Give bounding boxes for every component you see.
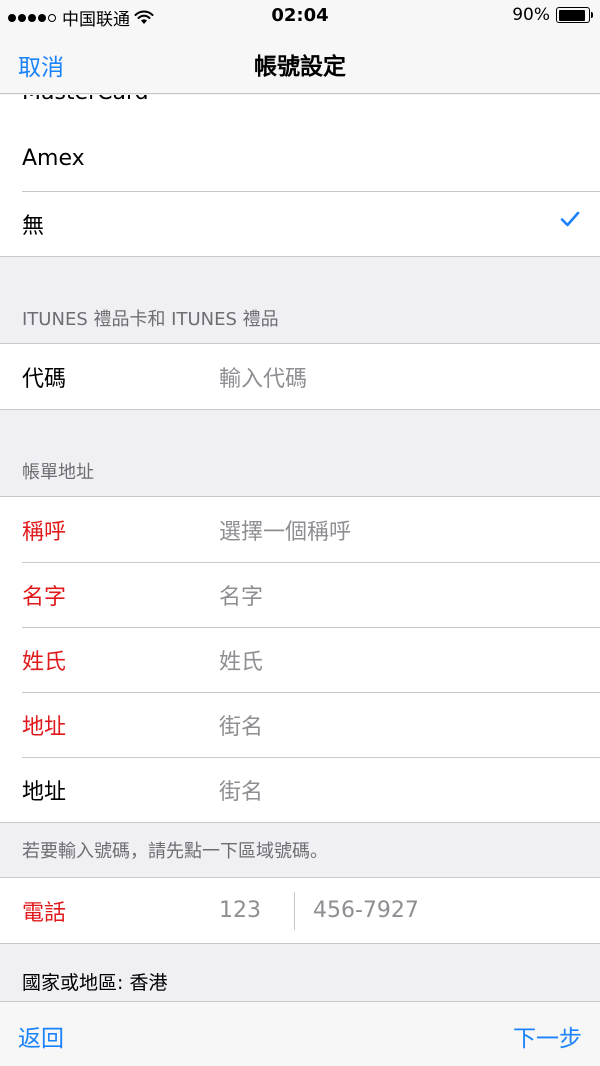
- battery-icon: [556, 7, 593, 23]
- address-line2-label: 地址: [22, 779, 67, 805]
- address-line1-input[interactable]: 街名: [219, 709, 263, 741]
- payment-option-label: MasterCard: [22, 95, 149, 105]
- payment-option-amex[interactable]: Amex: [0, 126, 600, 191]
- itunes-section-header: ITUNES 禮品卡和 ITUNES 禮品: [22, 309, 279, 330]
- payment-option-mastercard[interactable]: MasterCard: [0, 95, 600, 126]
- settings-content[interactable]: MasterCard Amex 無 ITUNES 禮品卡和 ITUNES 禮品 …: [0, 95, 600, 1001]
- battery-percent: 90%: [512, 5, 550, 25]
- payment-option-none[interactable]: 無: [0, 191, 600, 256]
- address-line1-label: 地址: [22, 714, 67, 740]
- phone-note: 若要輸入號碼，請先點一下區域號碼。: [22, 841, 328, 862]
- payment-method-group: MasterCard Amex 無: [0, 95, 600, 257]
- last-name-label: 姓氏: [22, 649, 67, 675]
- salutation-input[interactable]: 選擇一個稱呼: [219, 514, 351, 546]
- salutation-row[interactable]: 稱呼 選擇一個稱呼: [0, 497, 600, 562]
- address-line1-row[interactable]: 地址 街名: [0, 692, 600, 757]
- phone-number-input[interactable]: 456-7927: [313, 898, 419, 923]
- payment-option-label: 無: [22, 213, 45, 239]
- billing-group: 稱呼 選擇一個稱呼 名字 名字 姓氏 姓氏 地址 街名 地址 街名: [0, 496, 600, 823]
- address-line2-input[interactable]: 街名: [219, 774, 263, 806]
- page-title: 帳號設定: [254, 54, 346, 80]
- last-name-row[interactable]: 姓氏 姓氏: [0, 627, 600, 692]
- navigation-bar: 取消 帳號設定: [0, 32, 600, 94]
- address-line2-row[interactable]: 地址 街名: [0, 757, 600, 822]
- bottom-toolbar: 返回 下一步: [0, 1001, 600, 1066]
- salutation-label: 稱呼: [22, 519, 67, 545]
- phone-area-code-input[interactable]: 123: [219, 898, 294, 923]
- payment-option-label: Amex: [22, 146, 85, 171]
- first-name-label: 名字: [22, 584, 67, 610]
- status-time: 02:04: [271, 5, 329, 26]
- phone-row[interactable]: 電話 123 456-7927: [0, 878, 600, 943]
- itunes-group: 代碼 輸入代碼: [0, 343, 600, 410]
- billing-section-header: 帳單地址: [22, 462, 94, 483]
- last-name-input[interactable]: 姓氏: [219, 644, 263, 676]
- code-input[interactable]: 輸入代碼: [219, 361, 307, 393]
- code-row[interactable]: 代碼 輸入代碼: [0, 344, 600, 409]
- code-label: 代碼: [22, 366, 67, 392]
- country-region-text: 國家或地區: 香港: [0, 944, 600, 1001]
- battery-fill: [558, 9, 585, 21]
- status-bar: 中国联通 02:04 90%: [0, 0, 600, 32]
- next-button[interactable]: 下一步: [513, 1019, 582, 1053]
- phone-group: 電話 123 456-7927: [0, 877, 600, 944]
- first-name-row[interactable]: 名字 名字: [0, 562, 600, 627]
- status-right: 90%: [512, 5, 593, 25]
- back-button[interactable]: 返回: [18, 1019, 64, 1053]
- phone-separator: [294, 891, 295, 930]
- first-name-input[interactable]: 名字: [219, 579, 263, 611]
- phone-label: 電話: [22, 900, 67, 926]
- checkmark-icon: [560, 211, 580, 227]
